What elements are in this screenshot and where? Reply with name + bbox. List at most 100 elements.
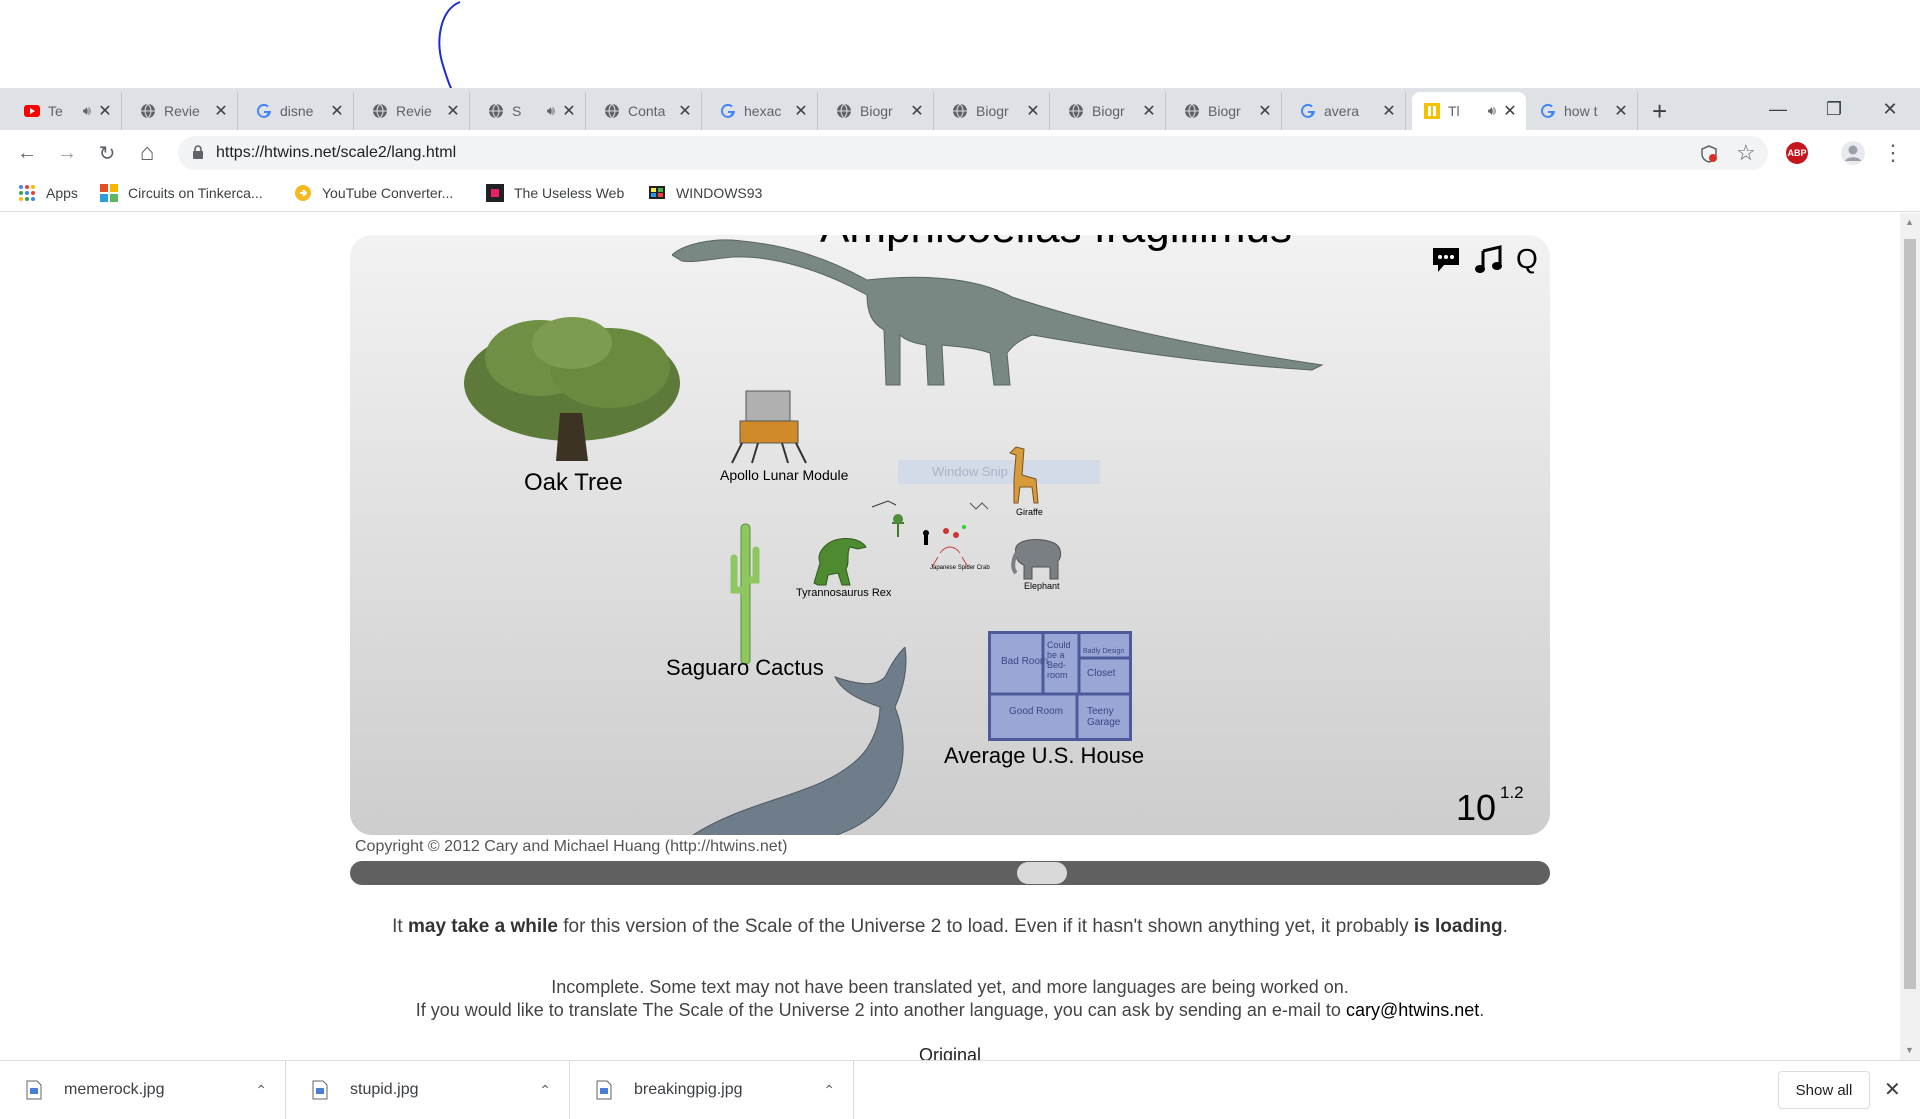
blocked-popup-icon[interactable] [1700,145,1718,163]
exponent-base: 10 [1456,787,1497,828]
browser-tab[interactable]: avera ✕ [1288,92,1406,130]
close-tab-icon[interactable]: ✕ [445,101,461,121]
close-tab-icon[interactable]: ✕ [97,101,113,121]
music-note-icon[interactable] [1474,245,1504,275]
zoom-slider-knob[interactable] [1017,862,1067,884]
translate-text: If you would like to translate The Scale… [415,1000,1346,1020]
loading-notice: It may take a while for this version of … [0,916,1900,938]
speaker-audio-icon[interactable]: 🔊︎ [1488,103,1496,119]
tab-strip: Te 🔊︎ ✕ Revie ✕ disne ✕ Revie ✕ S 🔊︎ ✕ Conta ✕ hexac ✕ B… [0,88,1920,130]
scrollbar-thumb[interactable] [1904,239,1916,989]
download-item[interactable]: breakingpig.jpg ⌃ [570,1061,854,1119]
bookmark-label: WINDOWS93 [676,185,763,201]
page-scrollbar[interactable]: ▲ ▼ [1900,213,1920,1060]
apollo-lunar-module-image [731,390,807,464]
close-window-button[interactable]: ✕ [1862,88,1918,130]
loading-text: It [392,916,408,937]
close-tab-icon[interactable]: ✕ [1141,101,1157,121]
close-tab-icon[interactable]: ✕ [1025,101,1041,121]
forward-button[interactable]: → [52,138,82,168]
close-tab-icon[interactable]: ✕ [793,101,809,121]
speaker-audio-icon[interactable]: 🔊︎ [547,103,555,119]
chevron-up-icon[interactable]: ⌃ [539,1082,551,1099]
browser-tab[interactable]: disne ✕ [244,92,354,130]
browser-tab[interactable]: Biogr ✕ [1056,92,1166,130]
close-tab-icon[interactable]: ✕ [677,101,693,121]
close-tab-icon[interactable]: ✕ [909,101,925,121]
browser-tab[interactable]: Biogr ✕ [940,92,1050,130]
email-link[interactable]: cary@htwins.net [1346,1000,1479,1020]
zoom-slider[interactable] [350,861,1550,885]
back-button[interactable]: ← [12,138,42,168]
download-item[interactable]: memerock.jpg ⌃ [0,1061,286,1119]
download-filename: stupid.jpg [350,1081,419,1098]
youtube-icon [24,103,40,119]
tab-title: Revie [164,103,200,119]
download-item[interactable]: stupid.jpg ⌃ [286,1061,570,1119]
close-tab-icon[interactable]: ✕ [561,101,577,121]
browser-tab[interactable]: Tl 🔊︎ ✕ [1412,92,1526,130]
browser-tab[interactable]: Biogr ✕ [824,92,934,130]
bookmark-label: Apps [46,185,78,201]
bookmark-useless-web[interactable]: The Useless Web [486,184,624,202]
tab-title: Conta [628,103,666,119]
google-icon [1540,103,1556,119]
browser-tab[interactable]: Revie ✕ [128,92,238,130]
browser-tab[interactable]: Conta ✕ [592,92,702,130]
chevron-up-icon[interactable]: ⌃ [255,1082,267,1099]
tab-title: Biogr [860,103,893,119]
loading-text: . [1502,916,1508,937]
speech-bubble-icon[interactable] [1430,245,1462,275]
close-tab-icon[interactable]: ✕ [1502,101,1518,121]
close-tab-icon[interactable]: ✕ [1381,101,1397,121]
bookmark-apps[interactable]: Apps [18,184,78,202]
restore-button[interactable]: ❐ [1806,88,1862,130]
scale-universe-stage[interactable]: Amphicoelias fragillimus Q Oak Tree Apol… [350,235,1550,835]
bookmark-star-icon[interactable]: ☆ [1736,140,1756,166]
browser-tab[interactable]: Revie ✕ [360,92,470,130]
google-icon [256,103,272,119]
close-tab-icon[interactable]: ✕ [213,101,229,121]
adblock-extension-icon[interactable]: ABP [1786,142,1808,164]
browser-tab[interactable]: S 🔊︎ ✕ [476,92,586,130]
browser-tab[interactable]: how t ✕ [1528,92,1638,130]
tab-title: Biogr [1208,103,1241,119]
house-room-label: Closet [1087,668,1116,679]
new-tab-button[interactable]: + [1652,96,1667,127]
bookmark-tinkercad[interactable]: Circuits on Tinkerca... [100,184,263,202]
profile-avatar-icon[interactable] [1840,140,1866,166]
browser-tab[interactable]: hexac ✕ [708,92,818,130]
minimize-button[interactable]: — [1750,88,1806,130]
close-tab-icon[interactable]: ✕ [329,101,345,121]
downloads-bar: memerock.jpg ⌃ stupid.jpg ⌃ breakingpig.… [0,1060,1920,1119]
bookmark-label: YouTube Converter... [322,185,454,201]
close-tab-icon[interactable]: ✕ [1257,101,1273,121]
browser-menu-button[interactable]: ⋮ [1878,138,1908,168]
scroll-down-arrow[interactable]: ▼ [1905,1045,1914,1055]
home-button[interactable]: ⌂ [132,138,162,168]
tab-title: Biogr [976,103,1009,119]
bookmark-windows93[interactable]: WINDOWS93 [648,184,762,202]
tab-title: Biogr [1092,103,1125,119]
browser-tab[interactable]: Biogr ✕ [1172,92,1282,130]
bookmark-youtube-converter[interactable]: YouTube Converter... [294,184,453,202]
google-icon [1300,103,1316,119]
chevron-up-icon[interactable]: ⌃ [823,1082,835,1099]
globe-icon [372,103,388,119]
speaker-audio-icon[interactable]: 🔊︎ [83,103,91,119]
tiny-objects-cluster [871,500,989,568]
browser-tab[interactable]: Te 🔊︎ ✕ [12,92,122,130]
tyrannosaurus-rex-image [813,538,867,586]
saguaro-cactus-image [730,523,760,665]
close-tab-icon[interactable]: ✕ [1613,101,1629,121]
bookmarks-bar: Apps Circuits on Tinkerca... YouTube Con… [0,176,1920,212]
whale-tail-image [692,647,907,835]
address-bar[interactable]: https://htwins.net/scale2/lang.html ☆ [178,136,1768,170]
globe-icon [604,103,620,119]
show-all-downloads-button[interactable]: Show all [1778,1071,1870,1109]
reload-button[interactable]: ↻ [92,138,122,168]
scroll-up-arrow[interactable]: ▲ [1905,217,1914,227]
tab-title: Tl [1448,103,1460,119]
quality-icon[interactable]: Q [1516,243,1538,275]
close-downloads-icon[interactable]: ✕ [1884,1077,1901,1102]
